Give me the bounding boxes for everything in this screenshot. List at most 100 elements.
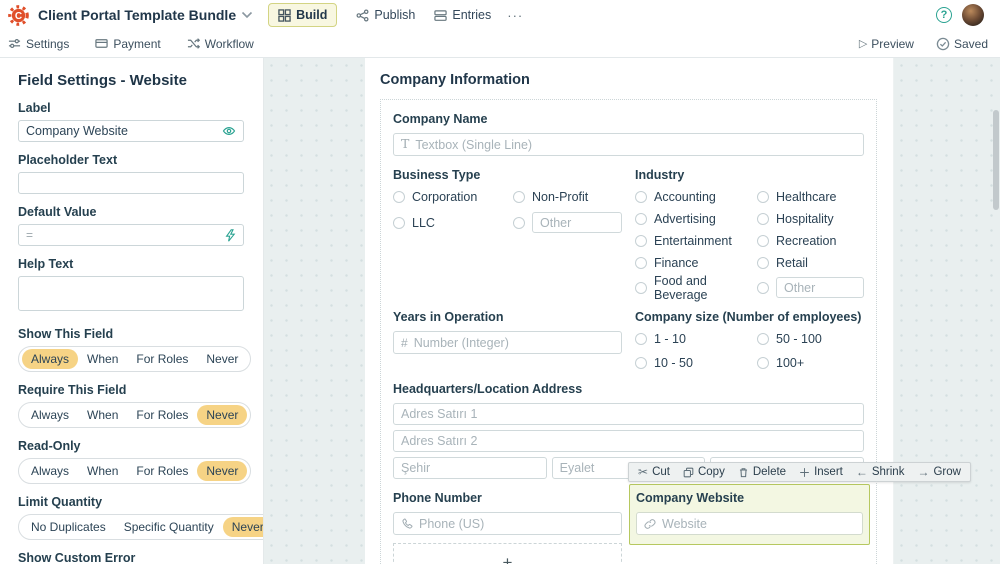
entries-button[interactable]: Entries: [434, 8, 491, 22]
field-years-in-operation[interactable]: Years in Operation # Number (Integer): [393, 310, 622, 370]
arrow-right-icon: →: [917, 466, 929, 478]
scrollbar-thumb[interactable]: [993, 110, 999, 210]
radio-icon: [757, 213, 769, 225]
pill-for-roles[interactable]: For Roles: [127, 461, 197, 481]
more-menu-icon[interactable]: ···: [507, 8, 523, 23]
radio-option[interactable]: Advertising: [635, 211, 757, 226]
option-label: Hospitality: [776, 212, 834, 226]
input-placeholder: Eyalet: [560, 461, 595, 475]
radio-option[interactable]: Retail: [757, 255, 864, 270]
build-button[interactable]: Build: [268, 3, 337, 27]
insert-plus-icon: [799, 467, 810, 478]
add-field-button[interactable]: +: [393, 543, 622, 564]
label-input[interactable]: [26, 124, 216, 138]
field-company-size[interactable]: Company size (Number of employees) 1 - 1…: [635, 310, 864, 370]
radio-option[interactable]: Recreation: [757, 233, 864, 248]
shrink-menu-item[interactable]: ←Shrink: [856, 466, 905, 478]
field-phone-number[interactable]: Phone Number Phone (US) +: [393, 491, 622, 564]
radio-option[interactable]: Food and Beverage: [635, 280, 757, 295]
help-text-input[interactable]: [18, 276, 244, 311]
bolt-icon[interactable]: [224, 229, 236, 242]
pill-always[interactable]: Always: [22, 349, 78, 369]
grow-menu-item[interactable]: → Grow: [917, 466, 960, 478]
option-label: Healthcare: [776, 190, 836, 204]
pill-never[interactable]: Never: [223, 517, 263, 537]
insert-menu-item[interactable]: Insert: [799, 466, 843, 478]
eye-icon[interactable]: [222, 124, 236, 138]
grow-label: Grow: [933, 466, 960, 478]
website-input[interactable]: Website: [636, 512, 863, 535]
pill-no-duplicates[interactable]: No Duplicates: [22, 517, 115, 537]
radio-option[interactable]: Corporation: [393, 189, 513, 204]
radio-option[interactable]: Finance: [635, 255, 757, 270]
pill-when[interactable]: When: [78, 461, 127, 481]
chevron-down-icon[interactable]: [241, 11, 253, 19]
pill-always[interactable]: Always: [22, 461, 78, 481]
phone-input[interactable]: Phone (US): [393, 512, 622, 535]
radio-icon: [635, 257, 647, 269]
pill-always[interactable]: Always: [22, 405, 78, 425]
pill-when[interactable]: When: [78, 405, 127, 425]
settings-label: Settings: [26, 37, 69, 51]
radio-option[interactable]: 50 - 100: [757, 331, 864, 346]
other-input[interactable]: Other: [532, 212, 622, 233]
pill-for-roles[interactable]: For Roles: [127, 405, 197, 425]
cut-menu-item[interactable]: ✂Cut: [638, 466, 670, 478]
radio-option[interactable]: Hospitality: [757, 211, 864, 226]
tab-payment[interactable]: Payment: [95, 37, 160, 51]
pill-never[interactable]: Never: [197, 405, 247, 425]
help-text-title: Help Text: [18, 257, 244, 271]
radio-option-other[interactable]: Other: [757, 277, 864, 298]
radio-icon: [513, 191, 525, 203]
address-line2-input[interactable]: Adres Satırı 2: [393, 430, 864, 452]
other-input[interactable]: Other: [776, 277, 864, 298]
help-icon[interactable]: ?: [936, 7, 952, 23]
publish-button[interactable]: Publish: [356, 8, 415, 22]
preview-button[interactable]: ▷ Preview: [859, 37, 914, 51]
option-label: Entertainment: [654, 234, 732, 248]
pill-for-roles[interactable]: For Roles: [127, 349, 197, 369]
radio-option[interactable]: LLC: [393, 215, 513, 230]
radio-icon: [757, 235, 769, 247]
field-business-type[interactable]: Business Type Corporation Non-Profit LLC…: [393, 168, 622, 298]
radio-option[interactable]: 100+: [757, 355, 864, 370]
radio-icon: [635, 282, 647, 294]
delete-menu-item[interactable]: Delete: [738, 466, 786, 478]
selected-field-company-website[interactable]: ✂Cut Copy Delete Insert ←Shrink →Grow Co…: [629, 484, 870, 545]
copy-menu-item[interactable]: Copy: [683, 466, 725, 478]
company-name-input[interactable]: T Textbox (Single Line): [393, 133, 864, 156]
placeholder-input[interactable]: [26, 176, 236, 190]
copy-label: Copy: [698, 466, 725, 478]
pill-never[interactable]: Never: [197, 349, 247, 369]
form-section-container[interactable]: Company Name T Textbox (Single Line) Bus…: [380, 99, 877, 564]
field-industry[interactable]: Industry Accounting Healthcare Advertisi…: [635, 168, 864, 298]
placeholder-setting-group: Placeholder Text: [18, 153, 244, 194]
copy-icon: [683, 467, 694, 478]
tab-settings[interactable]: Settings: [8, 37, 69, 51]
radio-option[interactable]: Healthcare: [757, 189, 864, 204]
pill-specific-quantity[interactable]: Specific Quantity: [115, 517, 223, 537]
address-line1-input[interactable]: Adres Satırı 1: [393, 403, 864, 425]
pill-never[interactable]: Never: [197, 461, 247, 481]
radio-option-other[interactable]: Other: [513, 212, 622, 233]
radio-icon: [757, 257, 769, 269]
radio-option[interactable]: Accounting: [635, 189, 757, 204]
canvas-gutter-right: [893, 58, 1000, 564]
radio-option[interactable]: Non-Profit: [513, 189, 622, 204]
radio-icon: [513, 217, 525, 229]
radio-option[interactable]: 1 - 10: [635, 331, 757, 346]
avatar[interactable]: [962, 4, 984, 26]
default-value-input[interactable]: [39, 228, 218, 242]
city-input[interactable]: Şehir: [393, 457, 547, 479]
pill-when[interactable]: When: [78, 349, 127, 369]
build-blocks-icon: [278, 9, 291, 22]
years-input[interactable]: # Number (Integer): [393, 331, 622, 354]
tab-workflow[interactable]: Workflow: [187, 37, 254, 51]
toggle-group-read-only: Read-Only Always When For Roles Never: [18, 439, 244, 484]
cognito-logo-icon[interactable]: C: [8, 5, 29, 26]
radio-option[interactable]: Entertainment: [635, 233, 757, 248]
radio-option[interactable]: 10 - 50: [635, 355, 757, 370]
label-setting-title: Label: [18, 101, 244, 115]
number-icon: #: [401, 337, 408, 349]
field-company-name[interactable]: Company Name T Textbox (Single Line): [393, 112, 864, 156]
